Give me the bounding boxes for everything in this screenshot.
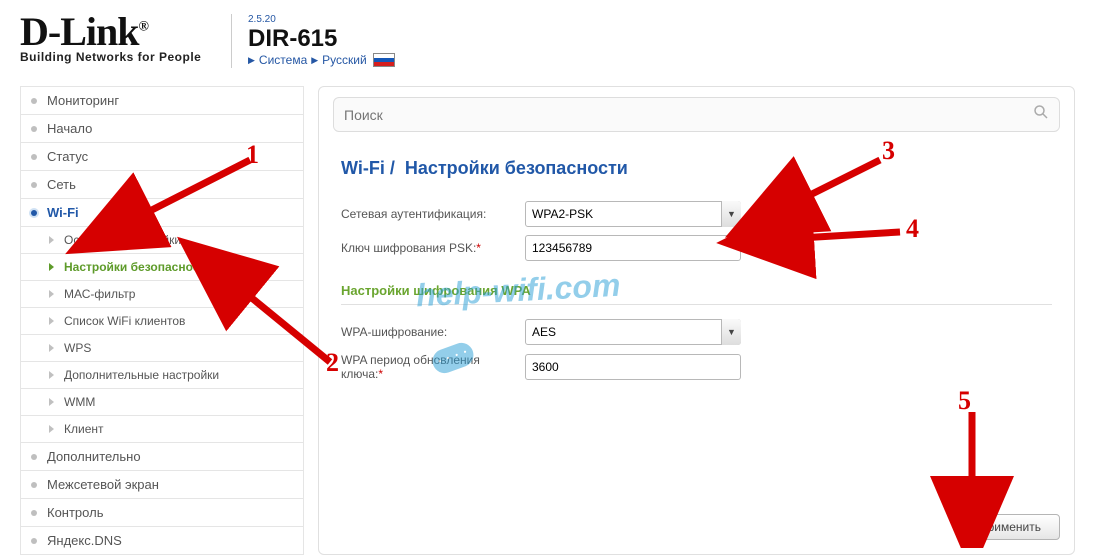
sidebar-sub-wmm[interactable]: WMM [20, 389, 304, 416]
sidebar-item-label: Яндекс.DNS [47, 533, 122, 548]
rekey-label: WPA период обновления ключа:* [341, 353, 525, 381]
bullet-icon [31, 454, 37, 460]
sidebar-item-label: Мониторинг [47, 93, 119, 108]
search-input[interactable] [344, 107, 1033, 123]
chevron-right-icon [49, 398, 54, 406]
brand-name: D-Link [20, 9, 139, 54]
content-panel: Wi-Fi / Настройки безопасности Сетевая а… [318, 86, 1075, 555]
sidebar-item-label: Дополнительные настройки [64, 368, 219, 382]
sidebar-item-label: Настройки безопасности [64, 260, 213, 274]
cipher-select[interactable]: AES [525, 319, 741, 345]
psk-label: Ключ шифрования PSK:* [341, 241, 525, 255]
cipher-label: WPA-шифрование: [341, 325, 525, 339]
chevron-right-icon [49, 317, 54, 325]
bullet-icon [31, 210, 37, 216]
title-block: 2.5.20 DIR-615 ▶ Система ▶ Русский [248, 14, 395, 67]
chevron-right-icon: ▶ [311, 55, 318, 66]
auth-select[interactable]: WPA2-PSK [525, 201, 741, 227]
chevron-right-icon [49, 425, 54, 433]
sidebar-sub-advanced[interactable]: Дополнительные настройки [20, 362, 304, 389]
sidebar-item-label: Дополнительно [47, 449, 141, 464]
bullet-icon [31, 98, 37, 104]
sidebar-item-label: Wi-Fi [47, 205, 79, 220]
bullet-icon [31, 482, 37, 488]
sidebar-item-label: Основные настройки [64, 233, 181, 247]
sidebar-sub-clients[interactable]: Список WiFi клиентов [20, 308, 304, 335]
chevron-right-icon [49, 371, 54, 379]
sidebar-item-label: WMM [64, 395, 95, 409]
header: D-Link® Building Networks for People 2.5… [20, 14, 1075, 68]
bullet-icon [31, 182, 37, 188]
sidebar-item-label: Список WiFi клиентов [64, 314, 185, 328]
search-icon[interactable] [1033, 104, 1049, 125]
chevron-right-icon [49, 236, 54, 244]
sidebar-sub-client[interactable]: Клиент [20, 416, 304, 443]
auth-label: Сетевая аутентификация: [341, 207, 525, 221]
page-title: Wi-Fi / Настройки безопасности [341, 158, 1060, 179]
bullet-icon [31, 126, 37, 132]
model-name: DIR-615 [248, 27, 395, 51]
bullet-icon [31, 510, 37, 516]
sidebar-item-label: Статус [47, 149, 88, 164]
sidebar-item-label: Контроль [47, 505, 103, 520]
sidebar-item-start[interactable]: Начало [20, 115, 304, 143]
sidebar-item-label: Межсетевой экран [47, 477, 159, 492]
sidebar-sub-security[interactable]: Настройки безопасности [20, 254, 304, 281]
logo: D-Link® Building Networks for People [20, 14, 215, 64]
sidebar-item-label: Начало [47, 121, 92, 136]
sidebar-item-firewall[interactable]: Межсетевой экран [20, 471, 304, 499]
sidebar-item-control[interactable]: Контроль [20, 499, 304, 527]
sidebar-item-monitoring[interactable]: Мониторинг [20, 86, 304, 115]
sidebar-item-advanced[interactable]: Дополнительно [20, 443, 304, 471]
search-box[interactable] [333, 97, 1060, 132]
flag-ru-icon[interactable] [373, 53, 395, 67]
sidebar-sub-wps[interactable]: WPS [20, 335, 304, 362]
apply-button[interactable]: Применить [960, 514, 1060, 540]
sidebar-item-status[interactable]: Статус [20, 143, 304, 171]
sidebar-sub-basic[interactable]: Основные настройки [20, 227, 304, 254]
sidebar-item-label: Сеть [47, 177, 76, 192]
registered-mark: ® [139, 20, 148, 35]
firmware-version: 2.5.20 [248, 14, 395, 25]
breadcrumb-language[interactable]: Русский [322, 53, 367, 67]
sidebar-item-label: Клиент [64, 422, 104, 436]
chevron-right-icon [49, 290, 54, 298]
sidebar-item-label: WPS [64, 341, 91, 355]
chevron-right-icon [49, 344, 54, 352]
divider [231, 14, 232, 68]
chevron-right-icon [49, 263, 54, 271]
breadcrumb: ▶ Система ▶ Русский [248, 53, 395, 67]
sidebar-item-label: МАС-фильтр [64, 287, 135, 301]
psk-input[interactable] [525, 235, 741, 261]
bullet-icon [31, 538, 37, 544]
sidebar-item-wifi[interactable]: Wi-Fi [20, 199, 304, 227]
sidebar-sub-macfilter[interactable]: МАС-фильтр [20, 281, 304, 308]
wpa-section-title: Настройки шифрования WPA [341, 283, 1052, 305]
sidebar-item-yandexdns[interactable]: Яндекс.DNS [20, 527, 304, 555]
breadcrumb-system[interactable]: Система [259, 53, 307, 67]
sidebar: Мониторинг Начало Статус Сеть Wi-Fi Осно… [20, 86, 304, 555]
chevron-right-icon: ▶ [248, 55, 255, 66]
sidebar-item-network[interactable]: Сеть [20, 171, 304, 199]
bullet-icon [31, 154, 37, 160]
rekey-input[interactable] [525, 354, 741, 380]
